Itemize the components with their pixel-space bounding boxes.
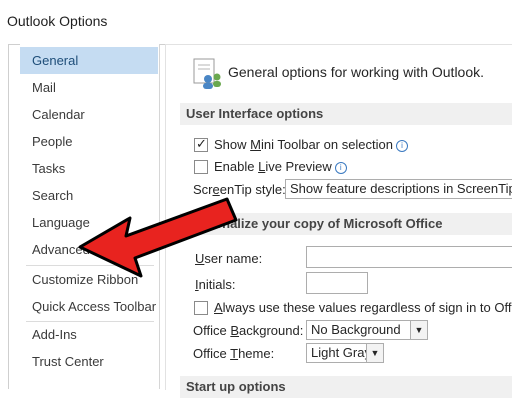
mini-toolbar-checkbox[interactable]: ✓ xyxy=(194,136,208,152)
live-preview-label: Enable Live Preview i xyxy=(214,159,347,174)
info-icon[interactable]: i xyxy=(396,140,408,152)
nav-item-language[interactable]: Language xyxy=(20,209,158,236)
mini-toolbar-label: Show Mini Toolbar on selection i xyxy=(214,137,408,152)
nav-item-label: Customize Ribbon xyxy=(32,272,139,287)
nav-item-add-ins[interactable]: Add-Ins xyxy=(20,321,158,348)
office-background-label: Office Background: xyxy=(193,323,304,338)
nav-item-label: General xyxy=(32,53,79,68)
user-name-input[interactable] xyxy=(306,246,512,268)
nav-item-label: Mail xyxy=(32,80,56,95)
general-options-icon xyxy=(193,58,221,89)
nav-item-label: Calendar xyxy=(32,107,85,122)
nav-item-advanced[interactable]: Advanced xyxy=(20,236,158,263)
nav-item-label: Trust Center xyxy=(32,354,104,369)
title-bar: Outlook Options xyxy=(0,0,512,44)
checkmark-icon: ✓ xyxy=(196,136,207,151)
office-theme-dropdown[interactable]: Light Gray ▼ xyxy=(306,343,384,363)
pane-heading: General options for working with Outlook… xyxy=(228,64,485,80)
section-startup: Start up options xyxy=(180,376,512,398)
office-background-value: No Background xyxy=(311,322,401,337)
section-user-interface: User Interface options xyxy=(180,103,512,125)
nav-item-mail[interactable]: Mail xyxy=(20,74,158,101)
nav-item-customize-ribbon[interactable]: Customize Ribbon xyxy=(20,266,158,293)
initials-label: Initials: xyxy=(195,277,236,292)
always-use-values-checkbox[interactable] xyxy=(194,301,208,315)
info-icon[interactable]: i xyxy=(334,162,347,174)
nav-item-trust-center[interactable]: Trust Center xyxy=(20,348,158,375)
nav-item-label: People xyxy=(32,134,73,149)
chevron-down-icon[interactable]: ▼ xyxy=(366,344,383,362)
nav-item-label: Tasks xyxy=(32,161,66,176)
nav-item-label: Language xyxy=(32,215,90,230)
nav-item-label: Advanced xyxy=(32,242,90,257)
options-nav: General Mail Calendar People Tasks Searc… xyxy=(20,44,160,389)
live-preview-checkbox[interactable] xyxy=(194,160,208,174)
office-theme-label: Office Theme: xyxy=(193,346,275,361)
office-background-dropdown[interactable]: No Background ▼ xyxy=(306,320,428,340)
nav-item-tasks[interactable]: Tasks xyxy=(20,155,158,182)
chevron-down-icon[interactable]: ▼ xyxy=(410,321,427,339)
nav-item-label: Search xyxy=(32,188,74,203)
initials-input[interactable] xyxy=(306,272,368,294)
section-personalize: Personalize your copy of Microsoft Offic… xyxy=(180,213,512,235)
screentip-style-dropdown[interactable]: Show feature descriptions in ScreenTips xyxy=(285,179,512,199)
nav-item-calendar[interactable]: Calendar xyxy=(20,101,158,128)
always-use-values-label: Always use these values regardless of si… xyxy=(214,300,512,315)
nav-item-general[interactable]: General xyxy=(20,47,158,74)
nav-item-label: Quick Access Toolbar xyxy=(32,299,157,314)
office-theme-value: Light Gray xyxy=(311,345,371,360)
window-title: Outlook Options xyxy=(7,13,108,29)
nav-item-quick-access-toolbar[interactable]: Quick Access Toolbar xyxy=(20,293,158,320)
nav-item-label: Add-Ins xyxy=(32,327,77,342)
general-options-pane: General options for working with Outlook… xyxy=(165,44,512,398)
nav-item-people[interactable]: People xyxy=(20,128,158,155)
user-name-label: User name: xyxy=(195,251,263,266)
nav-item-search[interactable]: Search xyxy=(20,182,158,209)
screentip-style-label: ScreenTip style: xyxy=(193,182,286,197)
